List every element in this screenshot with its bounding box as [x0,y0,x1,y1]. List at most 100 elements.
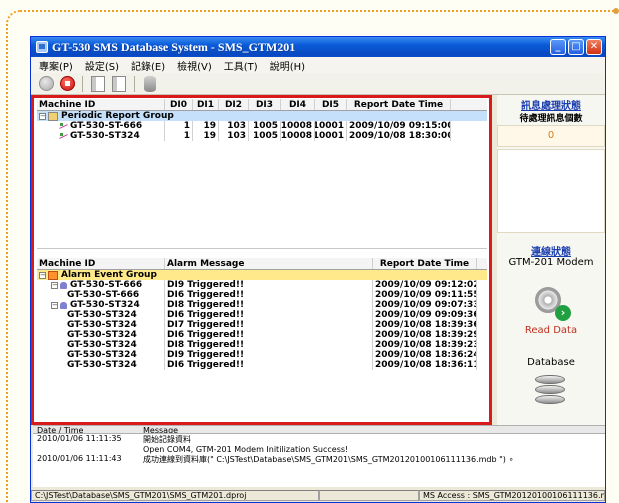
log-entry[interactable]: 2010/01/06 11:11:43 成功連線到資料庫(" C:\JSTest… [33,454,605,465]
log-message: 成功連線到資料庫(" C:\JSTest\Database\SMS_GTM201… [143,455,514,464]
modem-label: GTM-201 Modem [508,257,594,268]
collapse-icon[interactable]: − [39,271,46,279]
log-col-message[interactable]: Message [143,426,583,433]
start-icon [38,76,54,91]
report-time: 2009/10/09 09:15:00 [349,121,451,131]
collapse-icon[interactable]: − [51,301,58,309]
report-time: 2009/10/09 09:09:36 [375,310,477,320]
machine-id: GT-530-ST324 [70,300,140,310]
list-icon [112,75,126,92]
window-controls: _ □ ✕ [550,39,602,55]
machine-id: GT-530-ST-666 [70,121,143,131]
stop-button[interactable] [58,75,76,93]
read-data-button[interactable]: › [535,287,571,321]
alarm-event-grid[interactable]: Machine ID Alarm Message Report Date Tim… [37,258,487,420]
log-time: 2010/01/06 11:11:43 [37,454,122,463]
menu-project[interactable]: 專案(P) [39,58,73,73]
alarm-message: DI6 Triggered!! [165,360,373,370]
app-window: GT-530 SMS Database System - SMS_GTM201 … [30,36,606,503]
menu-help[interactable]: 說明(H) [270,58,305,73]
maximize-button[interactable]: □ [568,39,584,55]
project-path: C:\JSTest\Database\SMS_GTM201\SMS_GTM201… [31,490,319,501]
minimize-button[interactable]: _ [550,39,566,55]
arrow-right-icon: › [555,305,571,321]
alarm-message: DI8 Triggered!! [165,340,373,350]
report-time: 2009/10/09 09:11:55 [375,290,477,300]
table-row[interactable]: − GT-530-ST-666 DI9 Triggered!! 2009/10/09 … [37,280,487,290]
machine-id: GT-530-ST324 [67,320,137,330]
table-row[interactable]: − GT-530-ST324 DI8 Triggered!! 2009/10/09 0… [37,300,487,310]
database-status-icon[interactable] [535,375,569,415]
list-button[interactable] [110,75,128,93]
di3-value: 1005 [249,121,281,131]
pending-count: 0 [547,130,555,141]
report-time: 2009/10/08 18:39:23 [375,340,477,350]
title-bar[interactable]: GT-530 SMS Database System - SMS_GTM201 … [31,37,605,57]
col-di4[interactable]: DI4 [281,99,315,110]
alarm-folder-icon [48,270,58,280]
menu-bar: 專案(P) 設定(S) 記錄(E) 檢視(V) 工具(T) 說明(H) [31,57,605,73]
periodic-group-row[interactable]: − Periodic Report Group [37,111,487,121]
col-report-time[interactable]: Report Date Time [347,99,451,110]
collapse-icon[interactable]: − [39,112,46,120]
di0-value: 1 [165,131,193,141]
chart-line-icon [59,132,68,140]
col-di5[interactable]: DI5 [315,99,347,110]
table-row[interactable]: GT-530-ST324 DI6 Triggered!! 2009/10/08 18… [37,330,487,340]
menu-tools[interactable]: 工具(T) [224,58,258,73]
report-icon [91,75,105,92]
table-row[interactable]: GT-530-ST324 1 19 103 1005 10008 10001 2… [37,131,487,141]
menu-view[interactable]: 檢視(V) [177,58,212,73]
table-row[interactable]: GT-530-ST-666 1 19 103 1005 10008 10001 … [37,121,487,131]
di5-value: 10001 [315,131,347,141]
log-entry[interactable]: 2010/01/06 11:11:35 開始記錄資料 [33,434,605,445]
report-button[interactable] [89,75,107,93]
app-icon [36,41,48,53]
col-di3[interactable]: DI3 [249,99,281,110]
table-row[interactable]: GT-530-ST324 DI7 Triggered!! 2009/10/08 18… [37,320,487,330]
periodic-report-grid[interactable]: Machine ID DI0 DI1 DI2 DI3 DI4 DI5 Repor… [37,99,487,249]
report-time: 2009/10/08 18:39:29 [375,330,477,340]
col-machine-id[interactable]: Machine ID [37,258,165,269]
di2-value: 103 [219,121,249,131]
col-machine-id[interactable]: Machine ID [37,99,165,110]
alarm-group-row[interactable]: − Alarm Event Group [37,270,487,280]
machine-id: GT-530-ST324 [67,350,137,360]
status-bar: C:\JSTest\Database\SMS_GTM201\SMS_GTM201… [31,489,605,502]
col-alarm-message[interactable]: Alarm Message [165,258,373,269]
menu-records[interactable]: 記錄(E) [131,58,165,73]
col-di2[interactable]: DI2 [219,99,249,110]
close-button[interactable]: ✕ [586,39,602,55]
table-row[interactable]: GT-530-ST324 DI8 Triggered!! 2009/10/08 18… [37,340,487,350]
log-col-datetime[interactable]: Date / Time [33,426,143,435]
database-access-status: MS Access : SMS_GTM20120100106111136.mdb [419,490,605,501]
database-icon [144,75,156,92]
menu-settings[interactable]: 設定(S) [85,58,119,73]
log-message: Open COM4, GTM-201 Modem Initilization S… [143,445,349,454]
report-time: 2009/10/08 18:30:00 [349,131,451,141]
periodic-group-label: Periodic Report Group [61,111,174,121]
alarm-message: DI8 Triggered!! [165,300,373,310]
start-button[interactable] [37,75,55,93]
alarm-message: DI6 Triggered!! [165,310,373,320]
alarm-group-label: Alarm Event Group [61,270,157,280]
table-row[interactable]: GT-530-ST324 DI6 Triggered!! 2009/10/08 18… [37,360,487,370]
report-time: 2009/10/08 18:36:11 [375,360,477,370]
database-button[interactable] [141,75,159,93]
message-status-title: 訊息處理狀態 [521,101,581,112]
col-report-time[interactable]: Report Date Time [373,258,477,269]
machine-id: GT-530-ST324 [67,360,137,370]
event-log-panel[interactable]: Date / Time Message 2010/01/06 11:11:35 … [33,425,605,487]
col-di1[interactable]: DI1 [193,99,219,110]
log-entry[interactable]: Open COM4, GTM-201 Modem Initilization S… [33,445,605,454]
collapse-icon[interactable]: − [51,281,58,289]
database-disk [535,385,565,394]
folder-icon [48,111,58,121]
read-data-label[interactable]: Read Data [497,325,605,336]
table-row[interactable]: GT-530-ST-666 DI6 Triggered!! 2009/10/09 0… [37,290,487,300]
pending-messages-label: 待處理訊息個數 [519,114,583,124]
alarm-message: DI6 Triggered!! [165,290,373,300]
table-row[interactable]: GT-530-ST324 DI6 Triggered!! 2009/10/09 09… [37,310,487,320]
col-di0[interactable]: DI0 [165,99,193,110]
table-row[interactable]: GT-530-ST324 DI9 Triggered!! 2009/10/08 18… [37,350,487,360]
